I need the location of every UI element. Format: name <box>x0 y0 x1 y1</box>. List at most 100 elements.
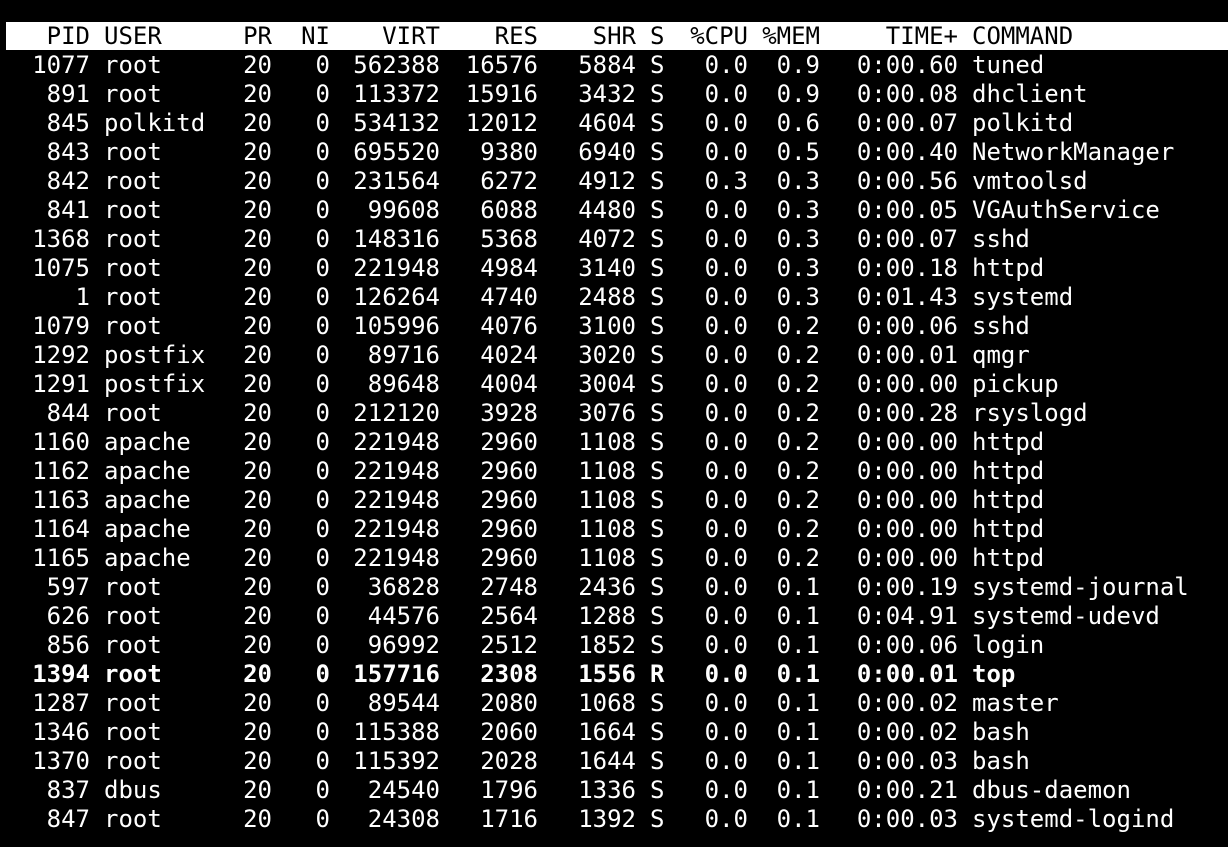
process-state: S <box>650 428 665 456</box>
process-res: 2960 <box>480 515 538 543</box>
process-mem: 0.6 <box>776 109 820 137</box>
process-shr: 4480 <box>578 196 636 224</box>
process-command: httpd <box>972 457 1045 485</box>
process-res: 1796 <box>480 776 538 804</box>
process-virt: 36828 <box>367 573 440 601</box>
process-ni: 0 <box>315 109 330 137</box>
process-mem: 0.5 <box>776 138 820 166</box>
process-row: 845 polkitd 20 0 534132 12012 4604 S 0.0 0.6 0:00.… <box>0 109 1228 138</box>
process-virt: 126264 <box>353 283 440 311</box>
process-time: 0:00.07 <box>856 109 958 137</box>
process-pid: 843 <box>46 138 90 166</box>
process-pid: 626 <box>46 602 90 630</box>
process-pid: 845 <box>46 109 90 137</box>
header-shr: SHR <box>592 22 636 50</box>
process-mem: 0.3 <box>776 167 820 195</box>
process-mem: 0.2 <box>776 544 820 572</box>
process-state: S <box>650 689 665 717</box>
header-ni: NI <box>301 22 330 50</box>
process-ni: 0 <box>315 689 330 717</box>
process-pid: 1160 <box>32 428 90 456</box>
process-time: 0:04.91 <box>856 602 958 630</box>
process-ni: 0 <box>315 370 330 398</box>
process-virt: 221948 <box>353 254 440 282</box>
process-cpu: 0.0 <box>704 631 748 659</box>
process-command: master <box>972 689 1059 717</box>
process-ni: 0 <box>315 631 330 659</box>
header-time: TIME+ <box>885 22 958 50</box>
process-virt: 24308 <box>367 805 440 833</box>
header-pr: PR <box>243 22 272 50</box>
process-user: root <box>104 399 162 427</box>
process-shr: 1108 <box>578 457 636 485</box>
process-user: apache <box>104 457 191 485</box>
process-user: root <box>104 167 162 195</box>
process-pid: 1077 <box>32 51 90 79</box>
process-user: root <box>104 51 162 79</box>
process-command: dbus-daemon <box>972 776 1131 804</box>
process-command: qmgr <box>972 341 1030 369</box>
process-pr: 20 <box>243 283 272 311</box>
process-ni: 0 <box>315 718 330 746</box>
process-command: sshd <box>972 225 1030 253</box>
process-user: root <box>104 660 162 688</box>
process-time: 0:00.00 <box>856 457 958 485</box>
process-pid: 891 <box>46 80 90 108</box>
process-cpu: 0.0 <box>704 776 748 804</box>
process-state: S <box>650 486 665 514</box>
process-ni: 0 <box>315 602 330 630</box>
process-cpu: 0.0 <box>704 689 748 717</box>
process-res: 15916 <box>465 80 538 108</box>
process-ni: 0 <box>315 486 330 514</box>
process-command: login <box>972 631 1045 659</box>
process-virt: 212120 <box>353 399 440 427</box>
process-pr: 20 <box>243 80 272 108</box>
process-command: tuned <box>972 51 1045 79</box>
process-row: 1370 root 20 0 115392 2028 1644 S 0.0 0.1 0:00.03 b… <box>0 747 1228 776</box>
process-ni: 0 <box>315 457 330 485</box>
process-cpu: 0.0 <box>704 312 748 340</box>
process-user: dbus <box>104 776 162 804</box>
process-time: 0:00.21 <box>856 776 958 804</box>
process-row: 1368 root 20 0 148316 5368 4072 S 0.0 0.3 0:00.07 s… <box>0 225 1228 254</box>
process-command: systemd <box>972 283 1074 311</box>
process-time: 0:00.03 <box>856 747 958 775</box>
process-user: root <box>104 312 162 340</box>
process-cpu: 0.0 <box>704 457 748 485</box>
process-command: pickup <box>972 370 1059 398</box>
process-command: sshd <box>972 312 1030 340</box>
process-user: root <box>104 631 162 659</box>
process-command: vmtoolsd <box>972 167 1088 195</box>
process-virt: 562388 <box>353 51 440 79</box>
process-pr: 20 <box>243 109 272 137</box>
process-row: 1 root 20 0 126264 4740 2488 S 0.0 0.3 0:01.43 syst… <box>0 283 1228 312</box>
process-virt: 221948 <box>353 486 440 514</box>
process-shr: 1288 <box>578 602 636 630</box>
process-cpu: 0.0 <box>704 370 748 398</box>
process-mem: 0.1 <box>776 718 820 746</box>
process-user: root <box>104 602 162 630</box>
process-shr: 4912 <box>578 167 636 195</box>
process-cpu: 0.0 <box>704 660 748 688</box>
process-pr: 20 <box>243 515 272 543</box>
process-ni: 0 <box>315 544 330 572</box>
process-virt: 157716 <box>353 660 440 688</box>
process-shr: 5884 <box>578 51 636 79</box>
process-command: bash <box>972 718 1030 746</box>
process-time: 0:00.00 <box>856 370 958 398</box>
process-state: S <box>650 312 665 340</box>
process-row: 1165 apache 20 0 221948 2960 1108 S 0.0 0.2 0:00.0… <box>0 544 1228 573</box>
process-res: 2748 <box>480 573 538 601</box>
process-time: 0:00.05 <box>856 196 958 224</box>
process-pid: 1292 <box>32 341 90 369</box>
process-virt: 221948 <box>353 428 440 456</box>
process-res: 5368 <box>480 225 538 253</box>
header-user: USER <box>104 22 162 50</box>
process-res: 2960 <box>480 486 538 514</box>
process-ni: 0 <box>315 254 330 282</box>
process-pr: 20 <box>243 138 272 166</box>
header-virt: VIRT <box>382 22 440 50</box>
process-res: 2308 <box>480 660 538 688</box>
process-command: polkitd <box>972 109 1074 137</box>
process-time: 0:00.03 <box>856 805 958 833</box>
